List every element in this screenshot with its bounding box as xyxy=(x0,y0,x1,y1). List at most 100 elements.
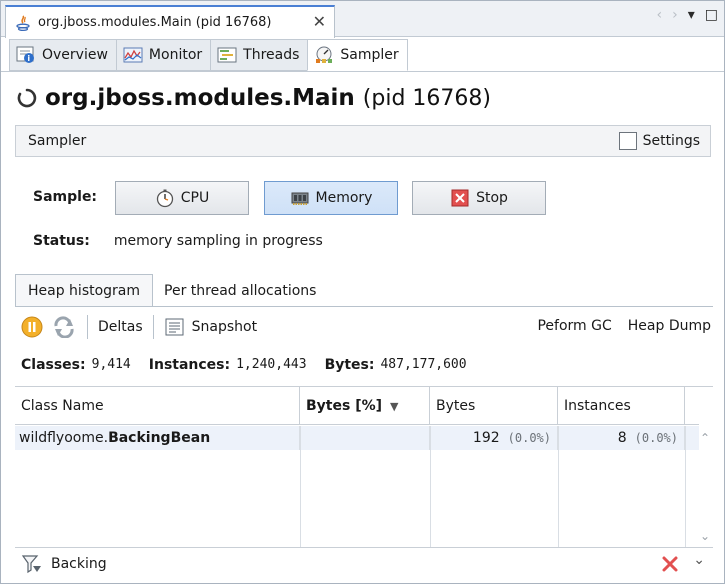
class-simple-name: BackingBean xyxy=(108,430,211,446)
tab-label: Heap histogram xyxy=(28,282,141,299)
document-tab-strip: org.jboss.modules.Main (pid 16768) ✕ ‹ ›… xyxy=(1,1,724,38)
heap-dump-button[interactable]: Heap Dump xyxy=(628,318,711,334)
snapshot-button[interactable]: Snapshot xyxy=(192,319,257,335)
process-pid: (pid 16768) xyxy=(362,85,491,111)
bytes-number: 192 xyxy=(472,430,500,446)
svg-text:i: i xyxy=(27,54,30,63)
settings-toggle[interactable]: Settings xyxy=(618,132,700,150)
document-tab-title: org.jboss.modules.Main (pid 16768) xyxy=(38,15,272,30)
status-text: memory sampling in progress xyxy=(113,233,323,249)
column-divider xyxy=(300,426,301,547)
classes-label: Classes: xyxy=(21,357,86,373)
column-header-bytes-pct[interactable]: Bytes [%] ▼ xyxy=(300,387,430,425)
tab-label: Threads xyxy=(243,47,300,63)
tab-underline xyxy=(153,306,713,307)
sample-row: Sample: xyxy=(33,189,97,205)
cpu-button[interactable]: CPU xyxy=(115,181,249,215)
progress-spinner-icon xyxy=(17,88,37,108)
column-divider xyxy=(685,426,686,547)
window-frame: org.jboss.modules.Main (pid 16768) ✕ ‹ ›… xyxy=(0,0,725,584)
class-package: wildflyoome. xyxy=(19,430,109,446)
result-tabs: Heap histogram Per thread allocations xyxy=(15,274,327,307)
bytes-pct-cell xyxy=(300,426,430,450)
instances-share: (0.0%) xyxy=(634,431,678,445)
heap-summary: Classes: 9,414 Instances: 1,240,443 Byte… xyxy=(21,357,479,373)
tab-heap-histogram[interactable]: Heap histogram xyxy=(15,274,154,307)
column-label: Instances xyxy=(564,398,631,414)
sample-label: Sample: xyxy=(33,189,98,205)
instances-number: 8 xyxy=(617,430,627,446)
status-row: Status: memory sampling in progress xyxy=(33,233,323,249)
tab-threads[interactable]: Threads xyxy=(210,39,309,71)
process-name: org.jboss.modules.Main xyxy=(45,85,355,111)
bytes-share: (0.0%) xyxy=(507,431,551,445)
stop-icon xyxy=(451,189,469,207)
overview-icon: i xyxy=(16,46,34,63)
memory-button[interactable]: Memory xyxy=(264,181,398,215)
cpu-button-label: CPU xyxy=(180,190,210,206)
chevron-right-icon[interactable]: › xyxy=(672,7,678,23)
sampler-icon xyxy=(316,46,333,63)
threads-icon xyxy=(217,47,237,63)
settings-label: Settings xyxy=(642,133,700,149)
tab-overview[interactable]: i Overview xyxy=(9,39,117,71)
settings-checkbox[interactable] xyxy=(618,132,637,150)
stopwatch-icon xyxy=(156,189,173,208)
histogram-table: Class Name Bytes [%] ▼ Bytes Instances w… xyxy=(15,386,713,547)
tab-per-thread-allocations[interactable]: Per thread allocations xyxy=(152,274,328,307)
pause-icon[interactable] xyxy=(21,316,43,338)
tab-label: Overview xyxy=(42,47,108,63)
tab-divider xyxy=(1,71,724,72)
sampler-section-header: Sampler Settings xyxy=(15,125,711,157)
memory-button-label: Memory xyxy=(315,190,373,206)
scroll-down-icon[interactable]: ⌄ xyxy=(700,529,710,543)
column-label: Class Name xyxy=(21,398,104,414)
perform-gc-button[interactable]: Peform GC xyxy=(537,318,611,334)
sort-descending-icon: ▼ xyxy=(390,399,399,413)
class-name-cell: wildflyoome. BackingBean xyxy=(15,426,300,450)
tab-monitor[interactable]: Monitor xyxy=(115,39,212,71)
filter-input[interactable]: Backing xyxy=(51,556,107,572)
status-label: Status: xyxy=(33,233,90,249)
filter-bar: Backing ⌄ xyxy=(15,547,713,579)
toolbar-actions: Peform GC Heap Dump xyxy=(537,318,711,334)
column-header-instances[interactable]: Instances xyxy=(558,387,685,425)
stop-button-label: Stop xyxy=(476,190,508,206)
vertical-scrollbar[interactable]: ⌃ ⌄ xyxy=(699,387,713,547)
table-row[interactable]: wildflyoome. BackingBean 192 (0.0%) 8 (0.… xyxy=(15,426,699,450)
restore-icon[interactable]: □ xyxy=(705,7,718,23)
tab-sampler[interactable]: Sampler xyxy=(307,39,408,71)
instances-value: 1,240,443 xyxy=(236,357,307,372)
document-tab[interactable]: org.jboss.modules.Main (pid 16768) ✕ xyxy=(5,5,335,38)
close-icon[interactable]: ✕ xyxy=(313,12,326,31)
snapshot-icon xyxy=(165,318,184,336)
stop-button[interactable]: Stop xyxy=(412,181,546,215)
chevron-down-icon[interactable]: ⌄ xyxy=(693,552,705,568)
refresh-icon[interactable] xyxy=(51,316,77,338)
instances-cell: 8 (0.0%) xyxy=(558,426,685,450)
toolbar-separator xyxy=(87,315,88,339)
dropdown-icon[interactable]: ▾ xyxy=(688,7,695,23)
column-header-class-name[interactable]: Class Name xyxy=(15,387,300,425)
page-title: org.jboss.modules.Main (pid 16768) xyxy=(17,85,491,111)
column-label: Bytes xyxy=(436,398,476,414)
toolbar-separator xyxy=(152,315,154,339)
memory-chip-icon xyxy=(291,192,309,205)
column-header-bytes[interactable]: Bytes xyxy=(430,387,558,425)
column-divider xyxy=(558,426,559,547)
scroll-up-icon[interactable]: ⌃ xyxy=(700,431,710,445)
tab-label: Sampler xyxy=(340,47,399,63)
instances-label: Instances: xyxy=(148,357,231,373)
table-body: wildflyoome. BackingBean 192 (0.0%) 8 (0.… xyxy=(15,426,699,450)
filter-icon[interactable] xyxy=(21,554,43,574)
chevron-left-icon[interactable]: ‹ xyxy=(657,7,663,23)
tab-label: Per thread allocations xyxy=(164,282,317,299)
bytes-label: Bytes: xyxy=(324,357,375,373)
deltas-button[interactable]: Deltas xyxy=(98,319,143,335)
clear-filter-icon[interactable] xyxy=(661,555,679,573)
column-divider xyxy=(430,426,431,547)
column-label: Bytes [%] xyxy=(306,398,383,414)
tab-label: Monitor xyxy=(148,47,203,63)
results-toolbar: Deltas Snapshot Peform GC Heap Dump xyxy=(21,313,711,341)
table-header: Class Name Bytes [%] ▼ Bytes Instances xyxy=(15,387,699,425)
